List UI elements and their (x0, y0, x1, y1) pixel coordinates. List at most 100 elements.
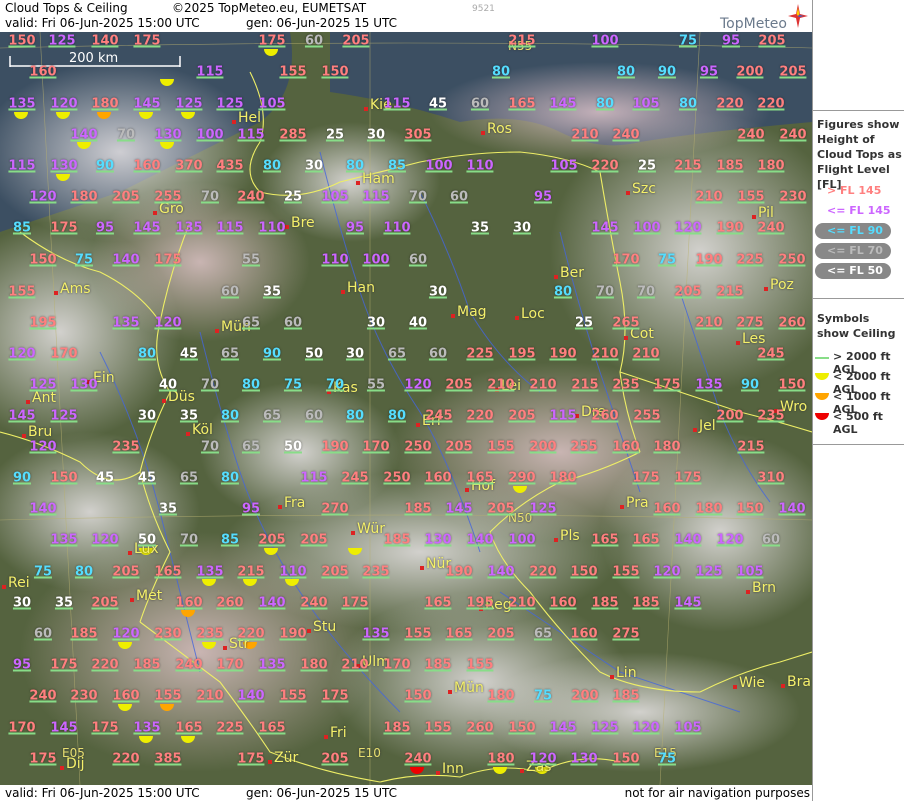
ceiling-underline (196, 76, 224, 79)
cloud-top-figure: 150 (570, 564, 598, 580)
cloud-top-figure: 95 (241, 501, 261, 517)
city-marker (26, 400, 30, 404)
city-marker (351, 531, 355, 535)
ceiling-underline (216, 232, 244, 235)
cloud-top-figure: 60 (220, 284, 240, 300)
ceiling-underline (533, 700, 553, 703)
ceiling-underline (549, 732, 577, 735)
cloud-top-figure: 205 (674, 284, 702, 300)
ceiling-underline (508, 482, 536, 485)
ceiling-underline (591, 232, 619, 235)
ceiling-underline (571, 700, 599, 703)
cloud-top-figure: 140 (91, 33, 119, 49)
ceiling-underline (716, 420, 744, 423)
city-marker (223, 646, 227, 650)
ceiling-underline (220, 358, 240, 361)
cloud-top-figure: 205 (112, 564, 140, 580)
city-marker (620, 505, 624, 509)
figure-legend-row: <= FL 70 (813, 243, 904, 261)
ceiling-underline (737, 201, 765, 204)
ceiling-underline (154, 264, 182, 267)
city-label: Dij (66, 756, 85, 772)
cloud-top-figure: 155 (466, 657, 494, 673)
ceiling-underline (321, 76, 349, 79)
cloud-top-figure: 55 (241, 252, 261, 268)
city-marker (626, 191, 630, 195)
cloud-top-figure: 160 (653, 501, 681, 517)
cloud-top-figure: 110 (383, 220, 411, 236)
ceiling-underline (383, 482, 411, 485)
cloud-top-figure: 155 (279, 688, 307, 704)
cloud-top-figure: 45 (95, 470, 115, 486)
cloud-top-figure: 115 (216, 220, 244, 236)
cloud-top-figure: 120 (404, 377, 432, 393)
cloud-top-figure: 180 (487, 688, 515, 704)
ceiling-underline (508, 544, 536, 547)
cloud-top-figure: 115 (196, 64, 224, 80)
satellite-map[interactable]: 200 km N55 N50 E05 E10 E15 Kie Hel Ros Ham Szc Gr… (0, 32, 812, 785)
cloud-top-figure: 205 (112, 189, 140, 205)
cloud-top-figure: 210 (529, 377, 557, 393)
ceiling-underline (283, 201, 303, 204)
ceiling-underline (657, 763, 677, 766)
ceiling-underline (50, 732, 78, 735)
cloud-top-figure: 230 (70, 688, 98, 704)
ceiling-underline (50, 420, 78, 423)
ceiling-underline (179, 482, 199, 485)
ceiling-underline (553, 296, 573, 299)
cloud-top-figure: 135 (695, 377, 723, 393)
cloud-top-figure: 185 (404, 501, 432, 517)
cloud-top-figure: 165 (508, 96, 536, 112)
cloud-top-figure: 105 (674, 720, 702, 736)
ceiling-underline (216, 108, 244, 111)
ceiling-underline (300, 482, 328, 485)
city-label: Les (742, 331, 766, 347)
ceiling-underline (321, 700, 349, 703)
cloud-top-figure: 140 (487, 564, 515, 580)
cloud-top-figure: 125 (216, 96, 244, 112)
cloud-top-figure: 120 (29, 439, 57, 455)
cloud-top-figure: 35 (54, 595, 74, 611)
city-label: Pra (626, 495, 649, 511)
ceiling-underline (283, 389, 303, 392)
ceiling-underline (695, 264, 723, 267)
ceiling-underline (8, 732, 36, 735)
ceiling-underline (404, 763, 432, 766)
ceiling-underline (304, 45, 324, 48)
ceiling-underline (404, 451, 432, 454)
cloud-top-figure: 185 (133, 657, 161, 673)
city-marker (746, 590, 750, 594)
cloud-top-figure: 125 (29, 377, 57, 393)
cloud-top-figure: 130 (424, 532, 452, 548)
ceiling-underline (761, 544, 781, 547)
ceiling-underline (508, 420, 536, 423)
cloud-top-figure: 225 (216, 720, 244, 736)
cloud-top-figure: 150 (8, 33, 36, 49)
ceiling-underline (408, 201, 428, 204)
map-title: Cloud Tops & Ceiling (5, 1, 128, 15)
ceiling-underline (321, 264, 349, 267)
cloud-top-figure: 95 (12, 657, 32, 673)
figure-legend-label: <= FL 145 (827, 204, 891, 217)
cloud-top-figure: 200 (736, 64, 764, 80)
cloud-top-figure: 155 (8, 284, 36, 300)
ceiling-underline (341, 607, 369, 610)
cloud-top-figure: 240 (29, 688, 57, 704)
cloud-top-figure: 80 (137, 346, 157, 362)
cloud-top-figure: 210 (196, 688, 224, 704)
cloud-top-figure: 195 (29, 315, 57, 331)
cloud-top-figure: 95 (533, 189, 553, 205)
cloud-top-figure: 145 (133, 220, 161, 236)
cloud-top-figure: 150 (612, 751, 640, 767)
topmeteo-logo[interactable]: TopMeteo (718, 4, 810, 32)
cloud-top-figure: 80 (616, 64, 636, 80)
cloud-top-figure: 110 (279, 564, 307, 580)
cloud-top-figure: 35 (470, 220, 490, 236)
cloud-top-figure: 100 (196, 127, 224, 143)
cloud-top-figure: 255 (570, 439, 598, 455)
ceiling-underline (466, 420, 494, 423)
cloud-top-figure: 45 (179, 346, 199, 362)
ceiling-underline (154, 700, 182, 703)
ceiling-underline (262, 296, 282, 299)
ceiling-underline (716, 170, 744, 173)
